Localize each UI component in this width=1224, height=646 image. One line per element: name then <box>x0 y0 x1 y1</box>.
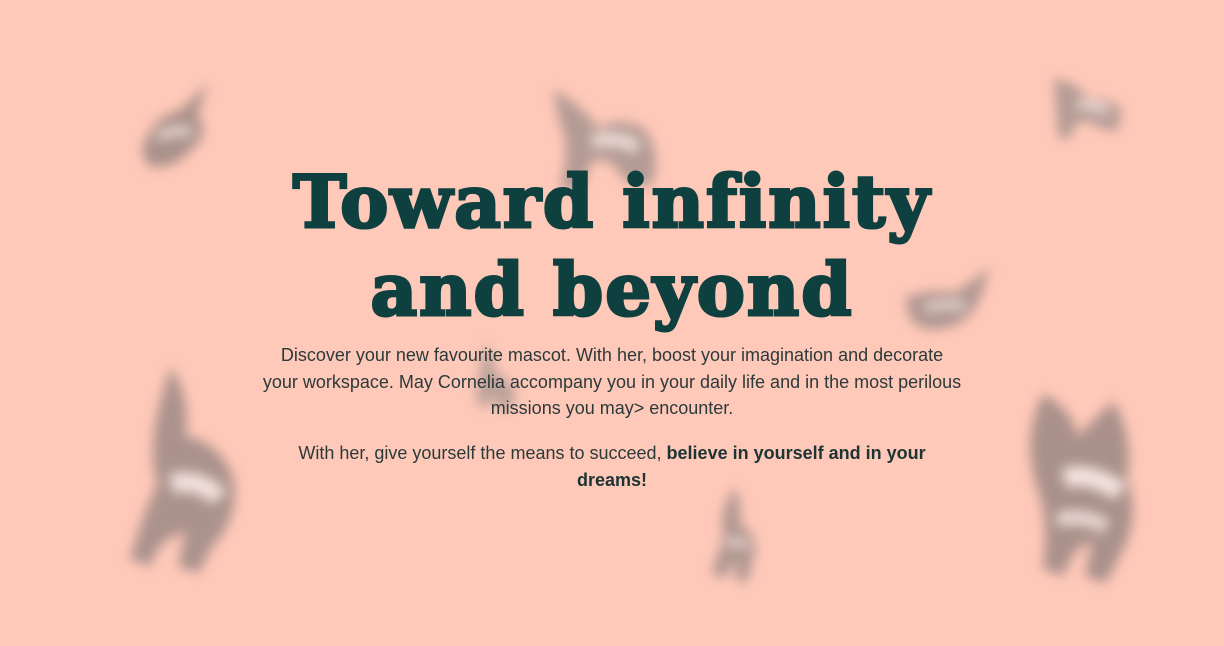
hero-title-line-2: and beyond <box>369 246 854 334</box>
hero-tagline-lead: With her, give yourself the means to suc… <box>298 443 667 463</box>
hero-tagline: With her, give yourself the means to suc… <box>282 440 942 493</box>
hero-title: Toward infinity and beyond <box>212 158 1012 334</box>
hero-section: Toward infinity and beyond Discover your … <box>0 0 1224 646</box>
hero-description: Discover your new favourite mascot. With… <box>262 345 962 418</box>
hero-title-line-1: Toward infinity <box>291 158 932 246</box>
landing-page: Toward infinity and beyond Discover your … <box>0 0 1224 646</box>
